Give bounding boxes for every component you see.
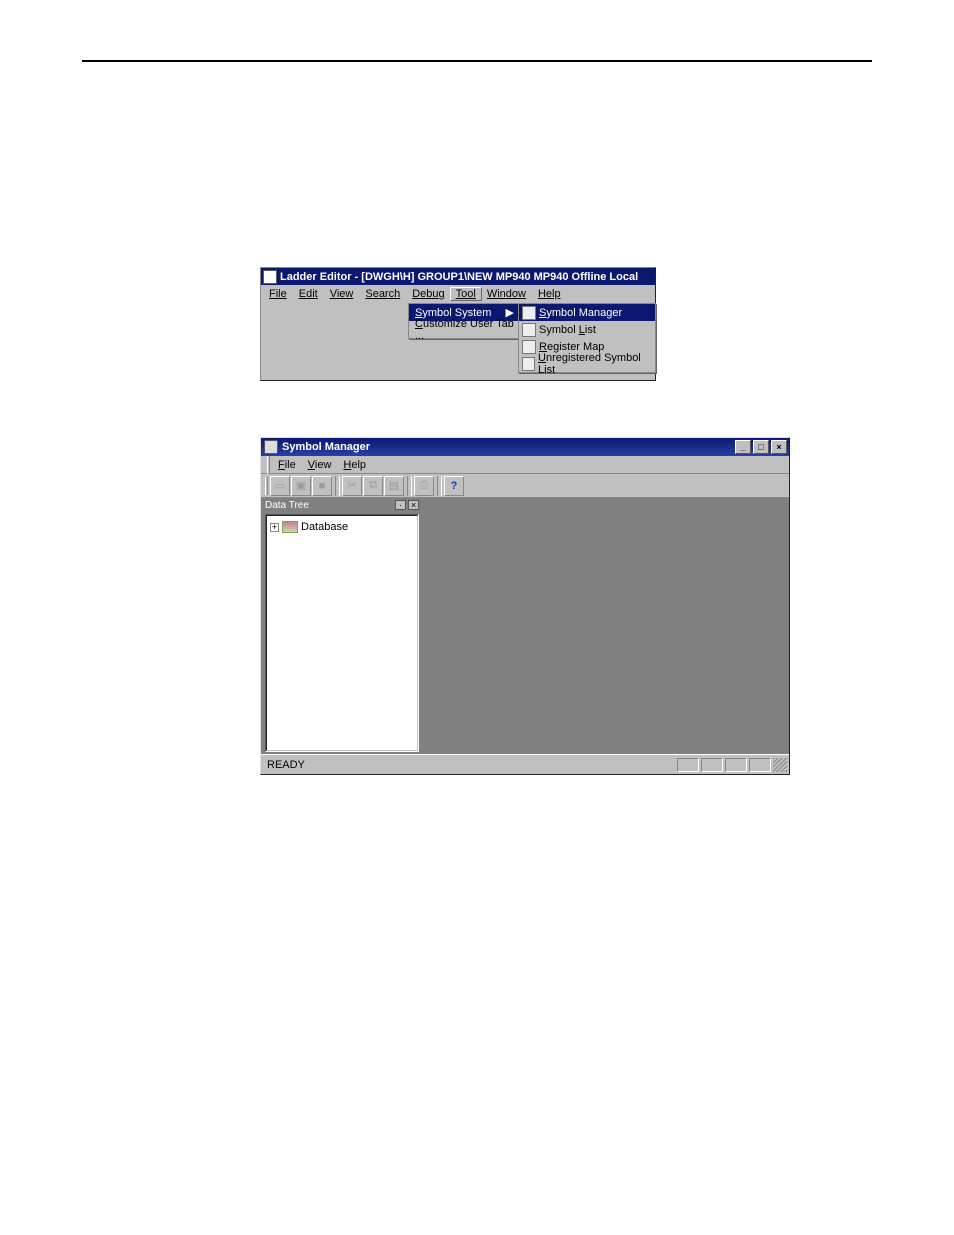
toolbar-separator	[437, 476, 442, 496]
pin-icon: ·	[399, 500, 402, 510]
status-pane	[725, 758, 747, 772]
menu-file[interactable]: File	[263, 288, 293, 300]
tb-copy[interactable]: ⧉	[363, 476, 383, 496]
sm-menu-help[interactable]: Help	[337, 459, 372, 471]
window-icon	[263, 270, 277, 284]
minimize-button[interactable]: _	[735, 440, 751, 454]
sm-menu-file[interactable]: File	[272, 459, 302, 471]
minimize-icon: _	[740, 443, 745, 452]
sm-content-area	[421, 498, 789, 754]
register-map-icon	[522, 340, 536, 354]
tool-dropdown: Symbol System ▶ Customize User Tab ...	[408, 303, 519, 339]
database-icon	[282, 521, 298, 533]
save-icon: ■	[319, 480, 326, 492]
tool-customize-user-tab[interactable]: Customize User Tab ...	[409, 321, 518, 338]
tree-panel-pin-button[interactable]: ·	[395, 500, 406, 510]
sm-tree-title: Data Tree · ×	[261, 498, 421, 512]
expand-icon[interactable]: +	[270, 523, 279, 532]
close-icon: ×	[411, 500, 416, 510]
sm-titlebar: Symbol Manager _ □ ×	[261, 438, 789, 456]
unregistered-symbol-list-icon	[522, 357, 535, 371]
tree-root-label: Database	[301, 521, 348, 533]
sm-status-text: READY	[267, 759, 305, 771]
ladder-title-text: Ladder Editor - [DWGH\H] GROUP1\NEW MP94…	[280, 271, 653, 283]
copy-icon: ⧉	[369, 479, 377, 492]
help-icon: ?	[451, 480, 458, 492]
sm-menubar: File View Help	[261, 456, 789, 474]
tree-panel-close-button[interactable]: ×	[408, 500, 419, 510]
sm-window-icon	[264, 440, 278, 454]
menu-edit[interactable]: Edit	[293, 288, 324, 300]
submenu-symbol-manager[interactable]: Symbol Manager	[519, 304, 655, 321]
menu-tool[interactable]: Tool	[450, 287, 482, 301]
cut-icon: ✂	[347, 479, 356, 492]
submenu-symbol-list[interactable]: Symbol List	[519, 321, 655, 338]
folder-icon: ▣	[296, 479, 306, 492]
maximize-icon: □	[758, 443, 763, 452]
tb-cut[interactable]: ✂	[342, 476, 362, 496]
toolbar-grip-icon	[267, 456, 270, 474]
sm-statusbar: READY	[261, 754, 789, 774]
toolbar-grip-icon	[265, 477, 268, 495]
menu-search[interactable]: Search	[359, 288, 406, 300]
sm-title-text: Symbol Manager	[282, 441, 370, 453]
status-pane	[749, 758, 771, 772]
close-icon: ×	[776, 443, 781, 452]
sm-tree[interactable]: + Database	[266, 515, 418, 751]
page-divider	[82, 60, 872, 62]
tb-open[interactable]: ▣	[291, 476, 311, 496]
ladder-editor-window: Ladder Editor - [DWGH\H] GROUP1\NEW MP94…	[260, 267, 656, 381]
submenu-unregistered-symbol-list[interactable]: Unregistered Symbol List	[519, 355, 655, 372]
tb-paste[interactable]: ▤	[384, 476, 404, 496]
submenu-unregistered-symbol-list-label: Unregistered Symbol List	[538, 352, 651, 376]
print-icon: ⎙	[420, 479, 429, 492]
menu-view[interactable]: View	[324, 288, 360, 300]
paste-icon: ▤	[389, 479, 399, 492]
toolbar-separator	[407, 476, 412, 496]
status-pane	[677, 758, 699, 772]
sm-tree-panel: Data Tree · × + Database	[261, 498, 421, 754]
tree-root-database[interactable]: + Database	[270, 519, 414, 535]
submenu-symbol-manager-label: Symbol Manager	[539, 307, 622, 319]
ladder-titlebar: Ladder Editor - [DWGH\H] GROUP1\NEW MP94…	[261, 268, 655, 285]
tb-save[interactable]: ■	[312, 476, 332, 496]
close-button[interactable]: ×	[771, 440, 787, 454]
symbol-system-submenu: Symbol Manager Symbol List Register Map …	[518, 303, 656, 373]
menu-help[interactable]: Help	[532, 288, 567, 300]
new-doc-icon: ▭	[275, 479, 285, 492]
tool-customize-user-tab-label: Customize User Tab ...	[415, 318, 514, 342]
toolbar-separator	[335, 476, 340, 496]
sm-tree-title-text: Data Tree	[265, 500, 309, 511]
symbol-manager-window: Symbol Manager _ □ × File View Help ▭ ▣ …	[260, 437, 790, 775]
ladder-menubar: File Edit View Search Debug Tool Window …	[261, 285, 655, 303]
sm-menu-view[interactable]: View	[302, 459, 338, 471]
tb-new[interactable]: ▭	[270, 476, 290, 496]
submenu-symbol-list-label: Symbol List	[539, 324, 596, 336]
sm-toolbar: ▭ ▣ ■ ✂ ⧉ ▤ ⎙ ?	[261, 474, 789, 498]
symbol-list-icon	[522, 323, 536, 337]
menu-window[interactable]: Window	[481, 288, 532, 300]
resize-grip-icon[interactable]	[773, 758, 787, 772]
menu-debug[interactable]: Debug	[406, 288, 450, 300]
status-pane	[701, 758, 723, 772]
tb-print[interactable]: ⎙	[414, 476, 434, 496]
symbol-manager-icon	[522, 306, 536, 320]
tb-help[interactable]: ?	[444, 476, 464, 496]
maximize-button[interactable]: □	[753, 440, 769, 454]
